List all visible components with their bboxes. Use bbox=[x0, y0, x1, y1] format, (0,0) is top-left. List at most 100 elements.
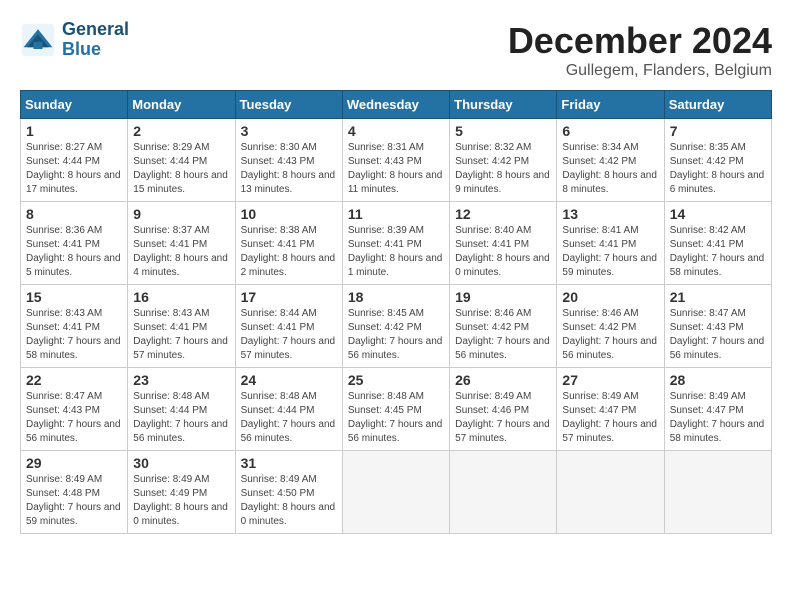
calendar-cell: 31 Sunrise: 8:49 AM Sunset: 4:50 PM Dayli… bbox=[235, 451, 342, 534]
day-info: Sunrise: 8:31 AM Sunset: 4:43 PM Dayligh… bbox=[348, 141, 444, 197]
day-number: 31 bbox=[241, 455, 337, 471]
day-info: Sunrise: 8:46 AM Sunset: 4:42 PM Dayligh… bbox=[455, 307, 551, 363]
calendar-cell: 10Sunrise: 8:38 AM Sunset: 4:41 PM Dayli… bbox=[235, 202, 342, 285]
day-number: 7 bbox=[670, 123, 766, 139]
calendar-cell: 21Sunrise: 8:47 AM Sunset: 4:43 PM Dayli… bbox=[664, 285, 771, 368]
location-title: Gullegem, Flanders, Belgium bbox=[508, 62, 772, 80]
day-info: Sunrise: 8:30 AM Sunset: 4:43 PM Dayligh… bbox=[241, 141, 337, 197]
day-number: 28 bbox=[670, 372, 766, 388]
calendar-cell: 19Sunrise: 8:46 AM Sunset: 4:42 PM Dayli… bbox=[450, 285, 557, 368]
day-number: 29 bbox=[26, 455, 122, 471]
calendar-week-row: 29 Sunrise: 8:49 AM Sunset: 4:48 PM Dayli… bbox=[21, 451, 772, 534]
weekday-header-thursday: Thursday bbox=[450, 91, 557, 119]
calendar-cell: 25 Sunrise: 8:48 AM Sunset: 4:45 PM Dayli… bbox=[342, 368, 449, 451]
calendar-cell: 5Sunrise: 8:32 AM Sunset: 4:42 PM Daylig… bbox=[450, 119, 557, 202]
day-number: 23 bbox=[133, 372, 229, 388]
day-info: Sunrise: 8:49 AM Sunset: 4:49 PM Dayligh… bbox=[133, 473, 229, 529]
calendar-table: SundayMondayTuesdayWednesdayThursdayFrid… bbox=[20, 90, 772, 534]
calendar-cell bbox=[664, 451, 771, 534]
calendar-cell: 7 Sunrise: 8:35 AM Sunset: 4:42 PM Daylig… bbox=[664, 119, 771, 202]
day-info: Sunrise: 8:35 AM Sunset: 4:42 PM Dayligh… bbox=[670, 141, 766, 197]
weekday-header-saturday: Saturday bbox=[664, 91, 771, 119]
day-number: 25 bbox=[348, 372, 444, 388]
day-number: 2 bbox=[133, 123, 229, 139]
weekday-header-monday: Monday bbox=[128, 91, 235, 119]
day-number: 26 bbox=[455, 372, 551, 388]
calendar-cell: 1Sunrise: 8:27 AM Sunset: 4:44 PM Daylig… bbox=[21, 119, 128, 202]
calendar-cell: 12Sunrise: 8:40 AM Sunset: 4:41 PM Dayli… bbox=[450, 202, 557, 285]
day-info: Sunrise: 8:48 AM Sunset: 4:45 PM Dayligh… bbox=[348, 390, 444, 446]
day-info: Sunrise: 8:34 AM Sunset: 4:42 PM Dayligh… bbox=[562, 141, 658, 197]
calendar-cell: 3 Sunrise: 8:30 AM Sunset: 4:43 PM Daylig… bbox=[235, 119, 342, 202]
calendar-cell: 9 Sunrise: 8:37 AM Sunset: 4:41 PM Daylig… bbox=[128, 202, 235, 285]
calendar-cell: 26 Sunrise: 8:49 AM Sunset: 4:46 PM Dayli… bbox=[450, 368, 557, 451]
day-info: Sunrise: 8:49 AM Sunset: 4:46 PM Dayligh… bbox=[455, 390, 551, 446]
calendar-cell: 16 Sunrise: 8:43 AM Sunset: 4:41 PM Dayli… bbox=[128, 285, 235, 368]
day-info: Sunrise: 8:49 AM Sunset: 4:48 PM Dayligh… bbox=[26, 473, 122, 529]
calendar-cell: 27Sunrise: 8:49 AM Sunset: 4:47 PM Dayli… bbox=[557, 368, 664, 451]
day-number: 24 bbox=[241, 372, 337, 388]
day-info: Sunrise: 8:48 AM Sunset: 4:44 PM Dayligh… bbox=[133, 390, 229, 446]
logo-text: General Blue bbox=[62, 20, 129, 60]
header: General Blue December 2024 Gullegem, Fla… bbox=[20, 20, 772, 80]
day-info: Sunrise: 8:45 AM Sunset: 4:42 PM Dayligh… bbox=[348, 307, 444, 363]
day-info: Sunrise: 8:32 AM Sunset: 4:42 PM Dayligh… bbox=[455, 141, 551, 197]
weekday-header-friday: Friday bbox=[557, 91, 664, 119]
day-number: 15 bbox=[26, 289, 122, 305]
calendar-week-row: 22 Sunrise: 8:47 AM Sunset: 4:43 PM Dayli… bbox=[21, 368, 772, 451]
calendar-cell: 13 Sunrise: 8:41 AM Sunset: 4:41 PM Dayli… bbox=[557, 202, 664, 285]
calendar-cell: 8 Sunrise: 8:36 AM Sunset: 4:41 PM Daylig… bbox=[21, 202, 128, 285]
day-number: 17 bbox=[241, 289, 337, 305]
day-number: 8 bbox=[26, 206, 122, 222]
calendar-cell: 23 Sunrise: 8:48 AM Sunset: 4:44 PM Dayli… bbox=[128, 368, 235, 451]
day-info: Sunrise: 8:40 AM Sunset: 4:41 PM Dayligh… bbox=[455, 224, 551, 280]
calendar-cell: 22 Sunrise: 8:47 AM Sunset: 4:43 PM Dayli… bbox=[21, 368, 128, 451]
day-info: Sunrise: 8:49 AM Sunset: 4:47 PM Dayligh… bbox=[562, 390, 658, 446]
day-info: Sunrise: 8:44 AM Sunset: 4:41 PM Dayligh… bbox=[241, 307, 337, 363]
day-number: 6 bbox=[562, 123, 658, 139]
title-section: December 2024 Gullegem, Flanders, Belgiu… bbox=[508, 20, 772, 80]
weekday-header-sunday: Sunday bbox=[21, 91, 128, 119]
weekday-header-tuesday: Tuesday bbox=[235, 91, 342, 119]
day-number: 18 bbox=[348, 289, 444, 305]
logo: General Blue bbox=[20, 20, 129, 60]
day-info: Sunrise: 8:47 AM Sunset: 4:43 PM Dayligh… bbox=[26, 390, 122, 446]
calendar-week-row: 8 Sunrise: 8:36 AM Sunset: 4:41 PM Daylig… bbox=[21, 202, 772, 285]
day-number: 20 bbox=[562, 289, 658, 305]
day-info: Sunrise: 8:49 AM Sunset: 4:50 PM Dayligh… bbox=[241, 473, 337, 529]
day-info: Sunrise: 8:47 AM Sunset: 4:43 PM Dayligh… bbox=[670, 307, 766, 363]
day-number: 3 bbox=[241, 123, 337, 139]
day-number: 11 bbox=[348, 206, 444, 222]
calendar-cell: 15 Sunrise: 8:43 AM Sunset: 4:41 PM Dayli… bbox=[21, 285, 128, 368]
day-number: 9 bbox=[133, 206, 229, 222]
calendar-cell bbox=[342, 451, 449, 534]
calendar-cell: 4 Sunrise: 8:31 AM Sunset: 4:43 PM Daylig… bbox=[342, 119, 449, 202]
calendar-cell: 17 Sunrise: 8:44 AM Sunset: 4:41 PM Dayli… bbox=[235, 285, 342, 368]
calendar-cell: 24 Sunrise: 8:48 AM Sunset: 4:44 PM Dayli… bbox=[235, 368, 342, 451]
calendar-cell: 29 Sunrise: 8:49 AM Sunset: 4:48 PM Dayli… bbox=[21, 451, 128, 534]
day-number: 4 bbox=[348, 123, 444, 139]
logo-icon bbox=[20, 22, 56, 58]
day-info: Sunrise: 8:46 AM Sunset: 4:42 PM Dayligh… bbox=[562, 307, 658, 363]
day-info: Sunrise: 8:29 AM Sunset: 4:44 PM Dayligh… bbox=[133, 141, 229, 197]
calendar-week-row: 1Sunrise: 8:27 AM Sunset: 4:44 PM Daylig… bbox=[21, 119, 772, 202]
day-info: Sunrise: 8:48 AM Sunset: 4:44 PM Dayligh… bbox=[241, 390, 337, 446]
day-info: Sunrise: 8:37 AM Sunset: 4:41 PM Dayligh… bbox=[133, 224, 229, 280]
calendar-cell: 14Sunrise: 8:42 AM Sunset: 4:41 PM Dayli… bbox=[664, 202, 771, 285]
calendar-cell bbox=[557, 451, 664, 534]
day-number: 13 bbox=[562, 206, 658, 222]
day-info: Sunrise: 8:43 AM Sunset: 4:41 PM Dayligh… bbox=[26, 307, 122, 363]
calendar-cell: 18 Sunrise: 8:45 AM Sunset: 4:42 PM Dayli… bbox=[342, 285, 449, 368]
day-info: Sunrise: 8:43 AM Sunset: 4:41 PM Dayligh… bbox=[133, 307, 229, 363]
day-number: 1 bbox=[26, 123, 122, 139]
calendar-header-row: SundayMondayTuesdayWednesdayThursdayFrid… bbox=[21, 91, 772, 119]
day-info: Sunrise: 8:39 AM Sunset: 4:41 PM Dayligh… bbox=[348, 224, 444, 280]
day-number: 16 bbox=[133, 289, 229, 305]
day-info: Sunrise: 8:49 AM Sunset: 4:47 PM Dayligh… bbox=[670, 390, 766, 446]
day-number: 22 bbox=[26, 372, 122, 388]
day-info: Sunrise: 8:41 AM Sunset: 4:41 PM Dayligh… bbox=[562, 224, 658, 280]
month-title: December 2024 bbox=[508, 20, 772, 62]
calendar-cell: 20 Sunrise: 8:46 AM Sunset: 4:42 PM Dayli… bbox=[557, 285, 664, 368]
calendar-week-row: 15 Sunrise: 8:43 AM Sunset: 4:41 PM Dayli… bbox=[21, 285, 772, 368]
day-info: Sunrise: 8:36 AM Sunset: 4:41 PM Dayligh… bbox=[26, 224, 122, 280]
